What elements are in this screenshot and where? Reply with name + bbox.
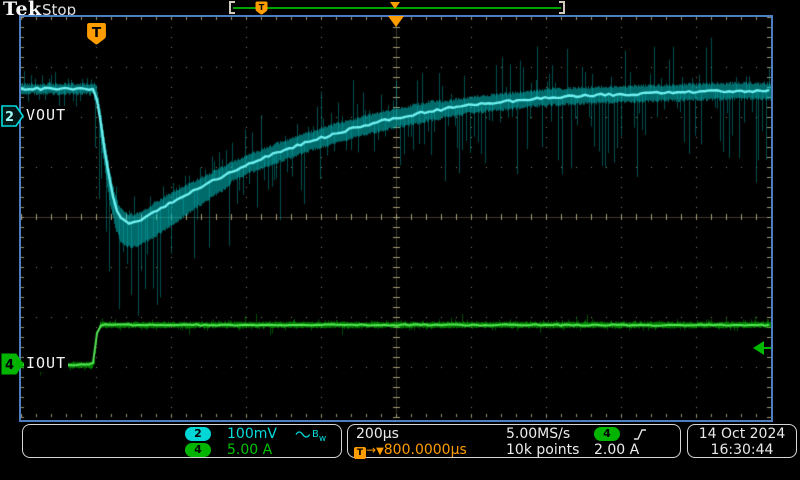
- date: 14 Oct 2024: [688, 426, 796, 442]
- delay-trigger-flag-icon: T: [354, 447, 366, 459]
- timebase-scale: 200µs: [356, 426, 399, 442]
- sample-rate: 5.00MS/s: [506, 426, 570, 442]
- svg-text:4: 4: [5, 358, 14, 373]
- delay-arrow-icon: →: [366, 443, 376, 457]
- trigger-delay-readout: T→▼800.0000µs: [354, 442, 467, 459]
- channel2-reference-marker[interactable]: 2: [1, 104, 24, 128]
- record-overview-bar: T: [229, 1, 565, 15]
- timebase-trigger-readout-box[interactable]: 200µs T→▼800.0000µs 5.00MS/s 10k points …: [347, 424, 681, 458]
- bandwidth-limit-icon: Bw: [312, 432, 326, 443]
- channel2-badge[interactable]: 2: [185, 427, 211, 441]
- channel4-label: IOUT: [24, 354, 68, 372]
- svg-text:T: T: [259, 3, 265, 12]
- trigger-point-flag-icon[interactable]: T: [86, 22, 107, 45]
- svg-text:T: T: [92, 25, 102, 41]
- trigger-source-badge[interactable]: 4: [594, 427, 620, 441]
- record-position-triangle-icon: [390, 2, 400, 9]
- channel4-scale: 5.00 A: [227, 442, 272, 458]
- waveform-display: [19, 15, 773, 422]
- svg-text:2: 2: [5, 110, 14, 125]
- delay-triangle-icon: ▼: [376, 446, 384, 457]
- trigger-level-arrow-icon[interactable]: [753, 341, 771, 355]
- channel2-coupling-indicator: Bw: [295, 428, 326, 444]
- time: 16:30:44: [688, 442, 796, 458]
- oscilloscope-screen: { "header": { "logo": "Tek", "status": "…: [0, 0, 800, 480]
- record-trigger-flag-icon: T: [255, 1, 268, 15]
- channel2-scale: 100mV: [227, 426, 277, 442]
- record-length: 10k points: [506, 442, 579, 458]
- channel2-label: VOUT: [24, 106, 68, 124]
- channel4-reference-marker[interactable]: 4: [1, 352, 24, 376]
- waveform-canvas: [21, 17, 771, 420]
- ac-coupling-icon: [295, 429, 312, 440]
- channel-readout-box[interactable]: 2 100mV Bw 4 5.00 A: [22, 424, 342, 458]
- trigger-position-triangle-icon[interactable]: [388, 16, 404, 27]
- trigger-level-value: 2.00 A: [594, 442, 639, 458]
- datetime-box[interactable]: 14 Oct 2024 16:30:44: [687, 424, 797, 458]
- trigger-slope-rising-icon: [632, 427, 648, 442]
- channel4-badge[interactable]: 4: [185, 443, 211, 457]
- trigger-delay-value: 800.0000µs: [384, 442, 467, 458]
